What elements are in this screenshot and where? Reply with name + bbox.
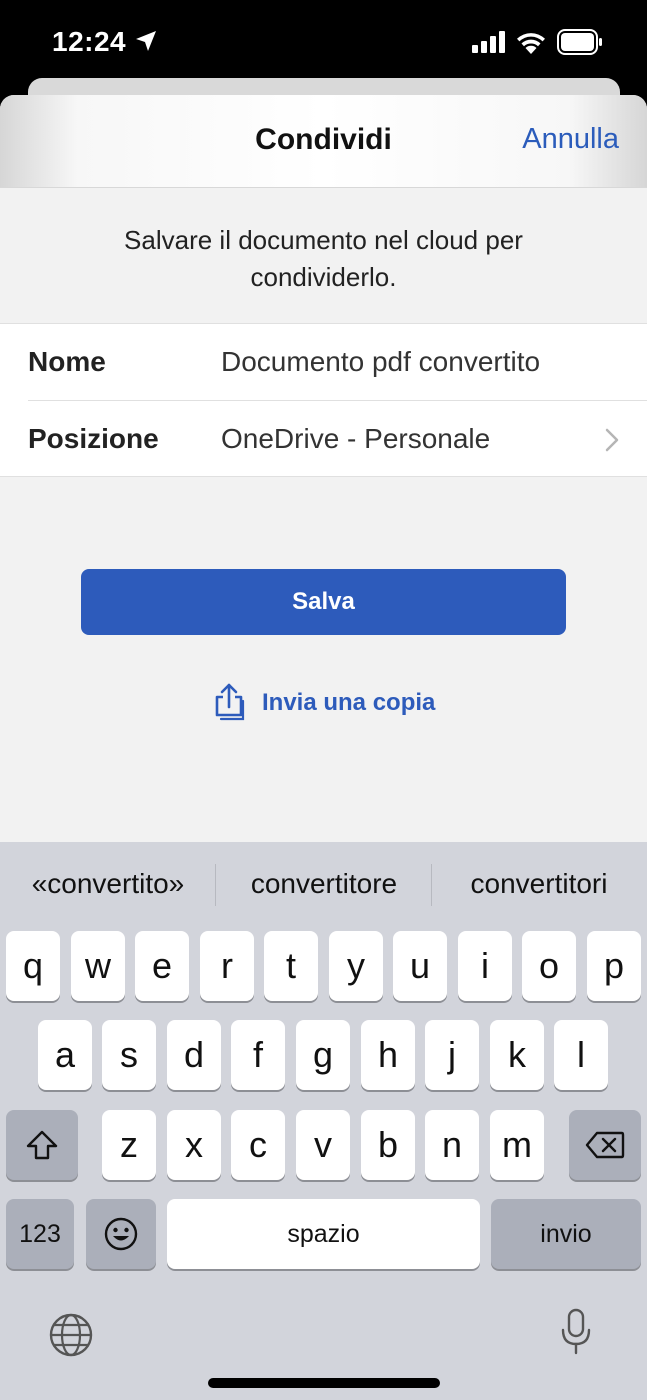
key-r[interactable]: r	[200, 931, 254, 1001]
emoji-icon	[104, 1217, 138, 1251]
name-value[interactable]: Documento pdf convertito	[221, 346, 540, 378]
shift-key[interactable]	[6, 1110, 78, 1180]
key-c[interactable]: c	[231, 1110, 285, 1180]
suggestion-item[interactable]: convertitori	[448, 868, 630, 900]
key-k[interactable]: k	[490, 1020, 544, 1090]
status-time: 12:24	[52, 26, 127, 57]
key-g[interactable]: g	[296, 1020, 350, 1090]
key-s[interactable]: s	[102, 1020, 156, 1090]
suggestion-divider	[431, 864, 432, 906]
delete-key[interactable]	[569, 1110, 641, 1180]
location-row[interactable]: Posizione OneDrive - Personale	[0, 401, 647, 477]
wifi-icon	[517, 33, 545, 54]
key-d[interactable]: d	[167, 1020, 221, 1090]
key-f[interactable]: f	[231, 1020, 285, 1090]
suggestion-item[interactable]: «convertito»	[18, 868, 198, 900]
location-label: Posizione	[28, 423, 159, 454]
return-key[interactable]: invio	[491, 1199, 641, 1269]
key-h[interactable]: h	[361, 1020, 415, 1090]
name-label: Nome	[28, 346, 106, 377]
key-w[interactable]: w	[71, 931, 125, 1001]
suggestion-item[interactable]: convertitore	[232, 868, 416, 900]
key-m[interactable]: m	[490, 1110, 544, 1180]
key-b[interactable]: b	[361, 1110, 415, 1180]
key-p[interactable]: p	[587, 931, 641, 1001]
backspace-icon	[585, 1131, 625, 1159]
key-j[interactable]: j	[425, 1020, 479, 1090]
info-message: Salvare il documento nel cloud per condi…	[124, 225, 523, 292]
key-a[interactable]: a	[38, 1020, 92, 1090]
key-i[interactable]: i	[458, 931, 512, 1001]
battery-icon	[557, 29, 602, 55]
send-copy-label: Invia una copia	[262, 689, 436, 716]
key-v[interactable]: v	[296, 1110, 350, 1180]
cellular-signal-icon	[472, 31, 505, 53]
key-t[interactable]: t	[264, 931, 318, 1001]
chevron-right-icon	[605, 428, 619, 452]
save-button[interactable]: Salva	[81, 569, 566, 635]
status-bar: 12:24	[0, 0, 647, 90]
key-q[interactable]: q	[6, 931, 60, 1001]
key-z[interactable]: z	[102, 1110, 156, 1180]
name-row[interactable]: Nome Documento pdf convertito	[0, 324, 647, 401]
space-key[interactable]: spazio	[167, 1199, 480, 1269]
key-e[interactable]: e	[135, 931, 189, 1001]
shift-icon	[26, 1130, 58, 1160]
key-o[interactable]: o	[522, 931, 576, 1001]
key-x[interactable]: x	[167, 1110, 221, 1180]
location-value: OneDrive - Personale	[221, 423, 491, 454]
key-y[interactable]: y	[329, 931, 383, 1001]
key-u[interactable]: u	[393, 931, 447, 1001]
emoji-key[interactable]	[86, 1199, 156, 1269]
microphone-icon[interactable]	[559, 1308, 593, 1356]
keyboard: «convertito» convertitore convertitori q…	[0, 842, 647, 1400]
sheet-header: Condividi Annulla	[0, 95, 647, 188]
key-l[interactable]: l	[554, 1020, 608, 1090]
cancel-button[interactable]: Annulla	[522, 123, 619, 156]
home-indicator	[208, 1378, 440, 1388]
share-icon	[215, 683, 245, 721]
location-arrow-icon	[136, 31, 156, 51]
suggestion-bar: «convertito» convertitore convertitori	[0, 842, 647, 928]
numbers-key[interactable]: 123	[6, 1199, 74, 1269]
globe-icon[interactable]	[48, 1312, 94, 1358]
suggestion-divider	[215, 864, 216, 906]
key-n[interactable]: n	[425, 1110, 479, 1180]
document-form: Nome Documento pdf convertito Posizione …	[0, 323, 647, 477]
